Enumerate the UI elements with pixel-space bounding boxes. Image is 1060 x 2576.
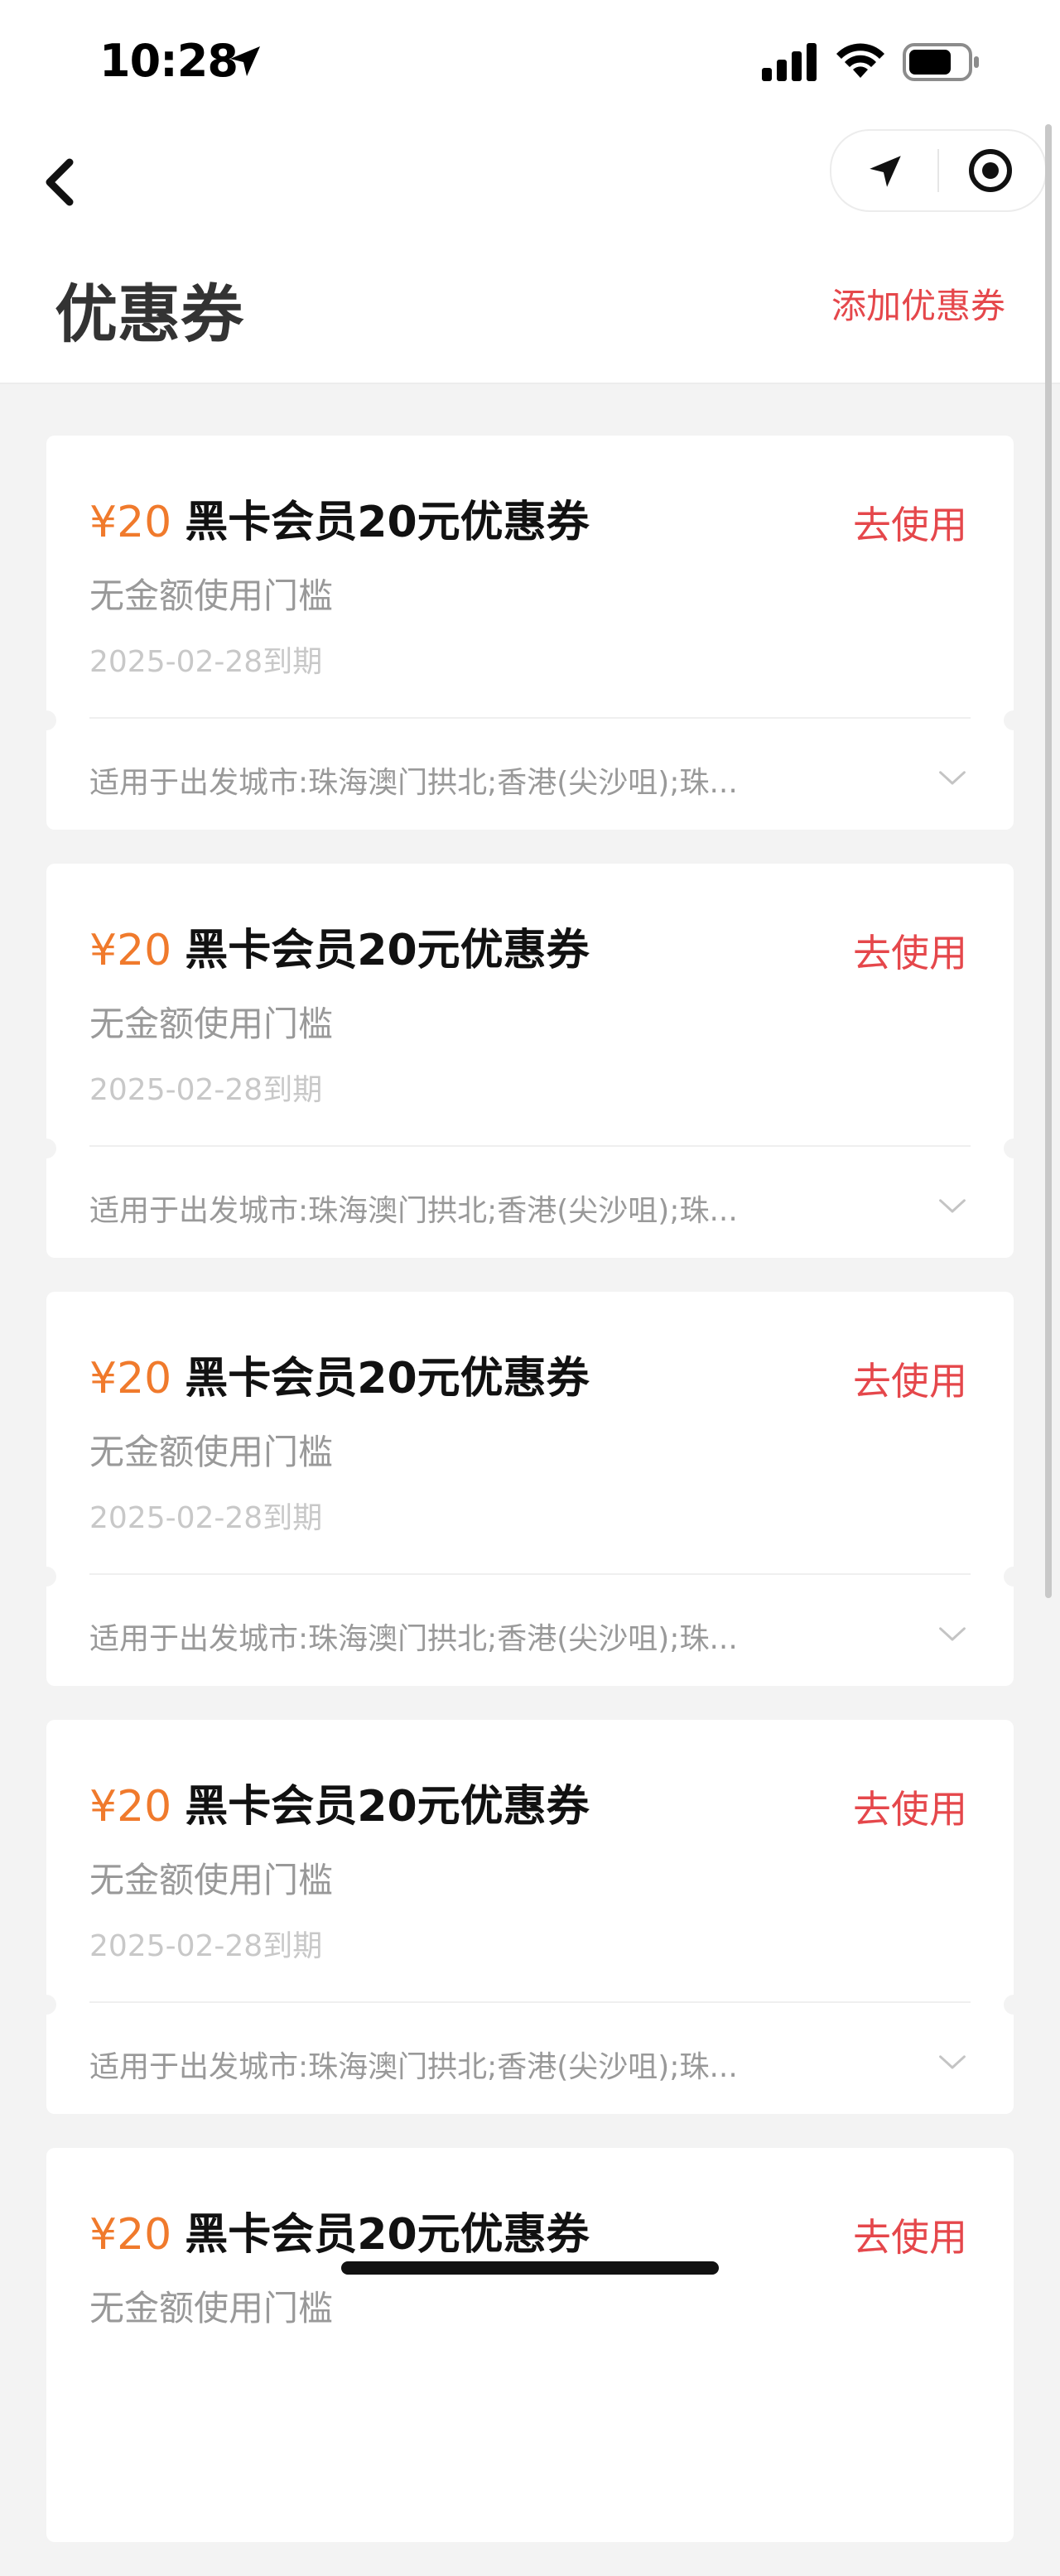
home-indicator[interactable]	[341, 2261, 719, 2275]
card-divider	[89, 1145, 971, 1147]
card-notch	[1004, 710, 1014, 730]
mini-program-capsule	[830, 129, 1047, 212]
coupon-header: ¥20 黑卡会员20元优惠券	[89, 1343, 590, 1405]
coupon-card[interactable]: ¥20 黑卡会员20元优惠券 去使用 无金额使用门槛 2025-02-28到期 适…	[46, 1720, 1014, 2114]
use-coupon-button[interactable]: 去使用	[853, 2208, 967, 2262]
coupon-header: ¥20 黑卡会员20元优惠券	[89, 915, 590, 977]
coupon-card[interactable]: ¥20 黑卡会员20元优惠券 去使用 无金额使用门槛 2025-02-28到期 适…	[46, 436, 1014, 830]
page-title: 优惠券	[55, 277, 243, 351]
coupon-scope[interactable]: 适用于出发城市:珠海澳门拱北;香港(尖沙咀);珠...	[89, 758, 835, 802]
coupon-expiry: 2025-02-28到期	[89, 645, 323, 679]
coupon-amount: ¥20	[89, 1782, 172, 1832]
coupon-amount: ¥20	[89, 1354, 172, 1404]
top-header: 10:28 优惠券 添加优惠券	[0, 0, 1060, 384]
coupon-name: 黑卡会员20元优惠券	[185, 1354, 590, 1404]
navigation-icon[interactable]	[865, 151, 906, 192]
signal-icon	[762, 43, 817, 81]
coupon-card[interactable]: ¥20 黑卡会员20元优惠券 去使用 无金额使用门槛 2025-02-28到期 适…	[46, 864, 1014, 1258]
coupon-expiry: 2025-02-28到期	[89, 1073, 323, 1107]
coupon-condition: 无金额使用门槛	[89, 1860, 334, 1900]
coupon-scope[interactable]: 适用于出发城市:珠海澳门拱北;香港(尖沙咀);珠...	[89, 2043, 835, 2086]
coupon-scope[interactable]: 适用于出发城市:珠海澳门拱北;香港(尖沙咀);珠...	[89, 1187, 835, 1230]
coupon-expiry: 2025-02-28到期	[89, 1501, 323, 1535]
card-notch	[1004, 1567, 1014, 1587]
coupon-amount: ¥20	[89, 2210, 172, 2260]
use-coupon-button[interactable]: 去使用	[853, 1351, 967, 1406]
chevron-down-icon[interactable]	[937, 2053, 967, 2073]
coupon-amount: ¥20	[89, 498, 172, 547]
use-coupon-button[interactable]: 去使用	[853, 923, 967, 978]
coupon-name: 黑卡会员20元优惠券	[185, 498, 590, 547]
card-notch	[46, 1567, 56, 1587]
use-coupon-button[interactable]: 去使用	[853, 1779, 967, 1834]
chevron-down-icon[interactable]	[937, 1625, 967, 1644]
record-icon[interactable]	[967, 147, 1014, 194]
capsule-separator	[937, 149, 939, 192]
card-notch	[1004, 1139, 1014, 1158]
card-notch	[1004, 1995, 1014, 2015]
coupon-condition: 无金额使用门槛	[89, 2288, 334, 2328]
location-arrow-icon	[230, 46, 260, 76]
card-notch	[46, 710, 56, 730]
coupon-expiry: 2025-02-28到期	[89, 1929, 323, 1963]
coupon-condition: 无金额使用门槛	[89, 1432, 334, 1472]
card-divider	[89, 717, 971, 719]
chevron-down-icon[interactable]	[937, 1197, 967, 1216]
back-chevron-icon[interactable]	[33, 149, 83, 215]
coupon-name: 黑卡会员20元优惠券	[185, 2210, 590, 2260]
coupon-header: ¥20 黑卡会员20元优惠券	[89, 2199, 590, 2261]
coupon-name: 黑卡会员20元优惠券	[185, 1782, 590, 1832]
status-bar: 10:28	[0, 0, 1060, 124]
card-divider	[89, 2001, 971, 2003]
coupon-header: ¥20 黑卡会员20元优惠券	[89, 487, 590, 549]
chevron-down-icon[interactable]	[937, 768, 967, 788]
use-coupon-button[interactable]: 去使用	[853, 495, 967, 550]
wifi-icon	[836, 43, 884, 78]
coupon-amount: ¥20	[89, 926, 172, 975]
coupon-card[interactable]: ¥20 黑卡会员20元优惠券 去使用 无金额使用门槛	[46, 2148, 1014, 2542]
coupon-list: ¥20 黑卡会员20元优惠券 去使用 无金额使用门槛 2025-02-28到期 适…	[46, 436, 1014, 2576]
card-notch	[46, 1139, 56, 1158]
card-divider	[89, 1573, 971, 1575]
status-time: 10:28	[99, 35, 238, 87]
add-coupon-button[interactable]: 添加优惠券	[831, 278, 1005, 329]
coupon-name: 黑卡会员20元优惠券	[185, 926, 590, 975]
battery-icon	[903, 43, 979, 81]
card-notch	[46, 1995, 56, 2015]
coupon-condition: 无金额使用门槛	[89, 1004, 334, 1044]
coupon-condition: 无金额使用门槛	[89, 575, 334, 616]
coupon-header: ¥20 黑卡会员20元优惠券	[89, 1771, 590, 1833]
scrollbar[interactable]	[1045, 124, 1052, 1598]
coupon-card[interactable]: ¥20 黑卡会员20元优惠券 去使用 无金额使用门槛 2025-02-28到期 适…	[46, 1292, 1014, 1686]
coupon-scope[interactable]: 适用于出发城市:珠海澳门拱北;香港(尖沙咀);珠...	[89, 1615, 835, 1658]
